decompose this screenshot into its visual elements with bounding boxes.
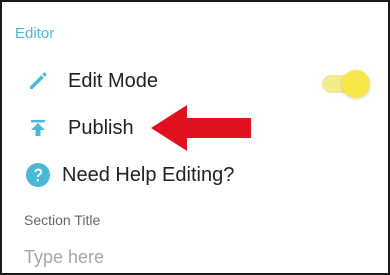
publish-label: Publish [68,116,134,139]
panel-header: Editor [15,25,55,42]
pencil-icon [24,67,52,95]
help-label: Need Help Editing? [62,163,235,186]
upload-icon [24,114,52,142]
edit-mode-toggle[interactable] [318,70,370,98]
section-title-input[interactable] [24,243,364,271]
help-icon [24,161,52,189]
section-title-label: Section Title [24,212,101,228]
edit-mode-label: Edit Mode [68,69,159,92]
editor-panel: Editor Edit Mode Publish Need Help Editi… [0,0,390,275]
annotation-arrow [151,105,251,151]
toggle-thumb [342,70,370,98]
help-item[interactable]: Need Help Editing? [24,157,370,193]
